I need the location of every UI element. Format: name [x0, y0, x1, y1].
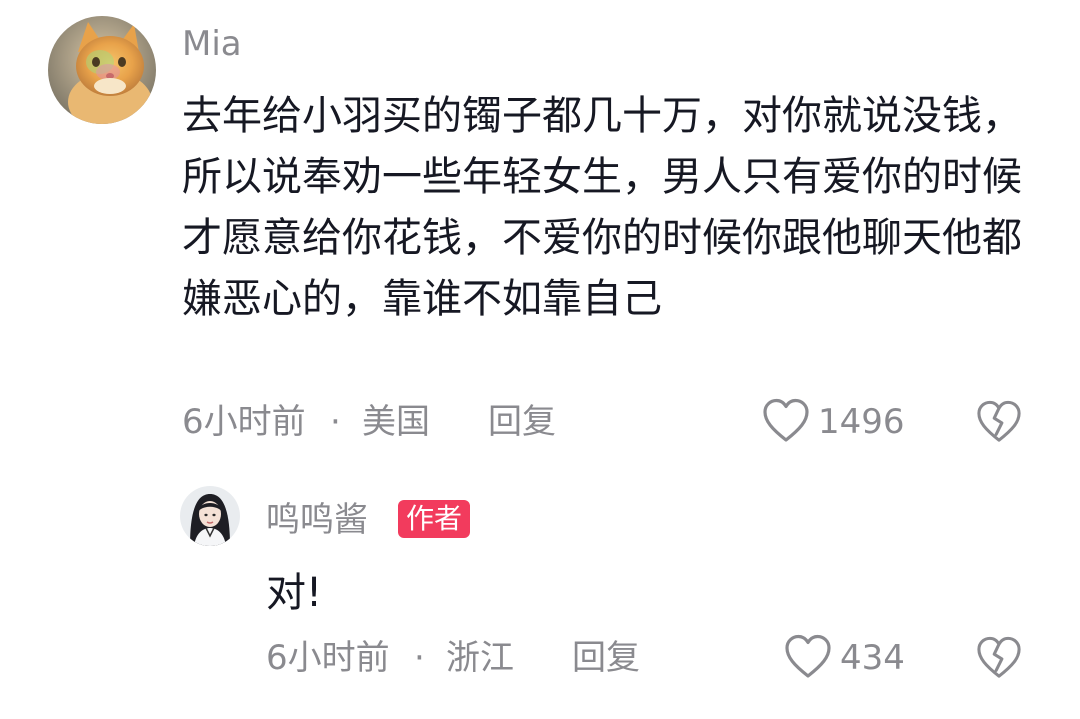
girl-avatar-icon [180, 486, 240, 546]
meta-separator: · [414, 638, 425, 678]
reply-item: 鸣鸣酱 作者 对! 6小时前 · 浙江 回复 434 [0, 470, 1080, 719]
reply-button[interactable]: 回复 [572, 636, 640, 680]
broken-heart-icon[interactable] [976, 636, 1022, 680]
reply-time: 6小时前 [266, 638, 390, 678]
reply-username[interactable]: 鸣鸣酱 [266, 498, 368, 542]
reply-location: 浙江 [446, 638, 514, 678]
author-avatar[interactable] [180, 486, 240, 546]
like-count: 434 [840, 638, 905, 678]
comment-username[interactable]: Mia [182, 22, 242, 66]
broken-heart-icon[interactable] [976, 400, 1022, 444]
comment-location: 美国 [362, 402, 430, 442]
heart-outline-icon[interactable] [762, 398, 810, 444]
author-badge: 作者 [398, 500, 471, 538]
comment-time: 6小时前 [182, 402, 306, 442]
meta-separator: · [330, 402, 341, 442]
cat-avatar-icon [48, 16, 156, 124]
heart-outline-icon[interactable] [784, 634, 832, 680]
reply-text: 对! [266, 570, 323, 616]
reply-button[interactable]: 回复 [488, 400, 556, 444]
user-avatar[interactable] [48, 16, 156, 124]
comment-text: 去年给小羽买的镯子都几十万，对你就说没钱，所以说奉劝一些年轻女生，男人只有爱你的… [182, 93, 1022, 322]
like-count: 1496 [818, 402, 905, 442]
comment-item: Mia 去年给小羽买的镯子都几十万，对你就说没钱，所以说奉劝一些年轻女生，男人只… [0, 0, 1080, 470]
